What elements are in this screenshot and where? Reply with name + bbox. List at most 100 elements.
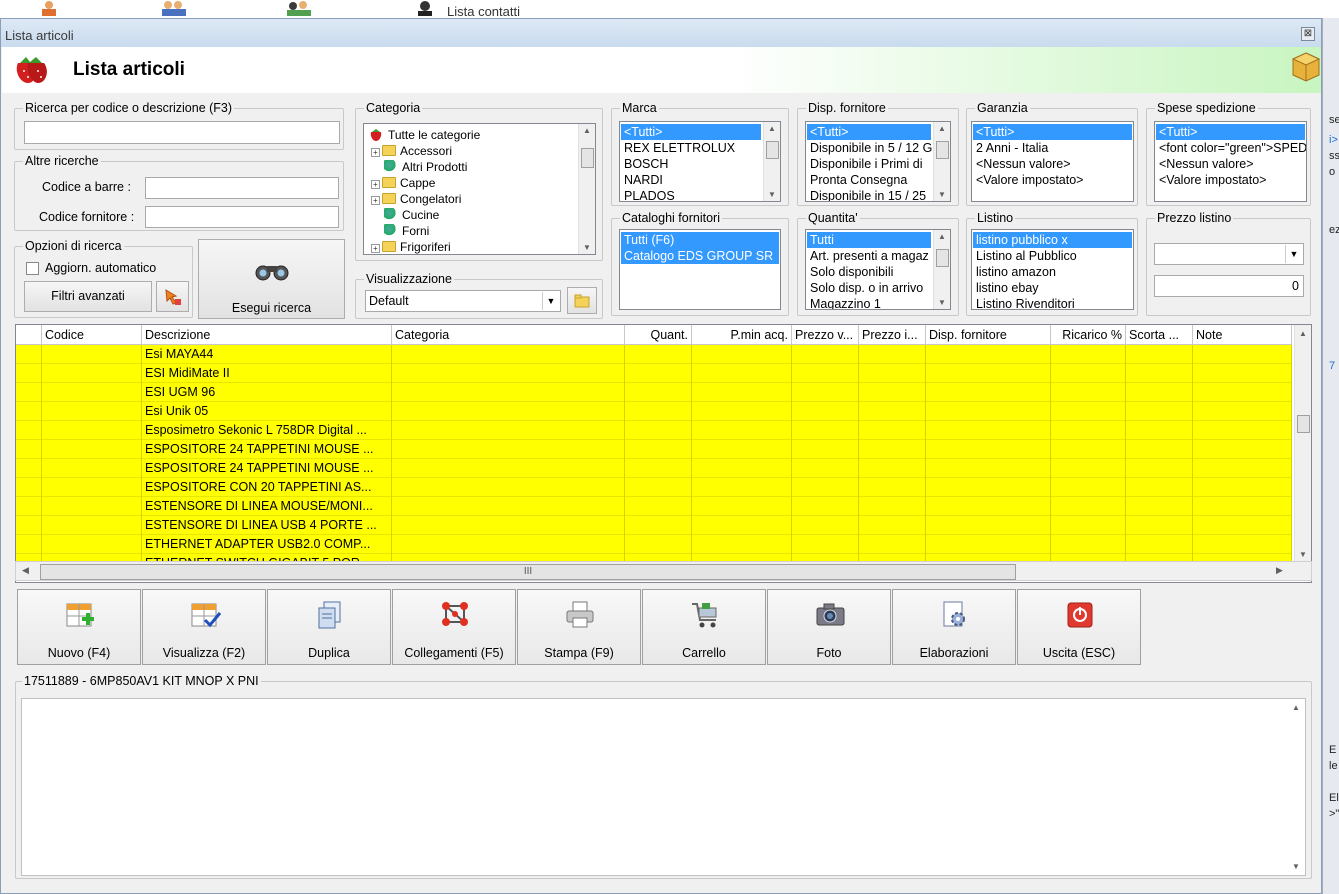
price-list-list[interactable]: listino pubblico x Listino al Pubblico lis… [971,229,1134,310]
category-tree-item[interactable]: + Frigoriferi [364,239,595,254]
table-row[interactable]: Esposimetro Sekonic L 758DR Digital ... [16,421,1292,440]
cart-button[interactable]: Carrello [642,589,766,665]
list-option[interactable]: NARDI [621,172,761,188]
expand-icon[interactable]: + [371,196,380,205]
column-header[interactable]: P.min acq. [692,325,792,345]
list-option[interactable]: <Valore impostato> [1156,172,1305,188]
exit-button[interactable]: Uscita (ESC) [1017,589,1141,665]
category-tree-item[interactable]: Altri Prodotti [364,159,595,175]
list-option[interactable]: Disponibile in 5 / 12 G [807,140,932,156]
list-price-input[interactable]: 0 [1154,275,1304,297]
list-option[interactable]: Magazzino 1 [807,296,931,309]
list-scrollbar[interactable]: ▲ ▼ [933,122,950,201]
column-header[interactable] [16,325,42,345]
view-select[interactable]: Default ▼ [365,290,561,312]
list-option[interactable]: Catalogo EDS GROUP SR [621,248,779,264]
column-header[interactable]: Scorta ... [1126,325,1193,345]
list-option[interactable]: <Tutti> [807,124,931,140]
title-bar[interactable]: Lista articoli ⊠ [1,19,1321,47]
warranty-list[interactable]: <Tutti> 2 Anni - Italia <Nessun valore> <Va… [971,121,1134,202]
scroll-right-icon[interactable]: ▶ [1276,565,1283,576]
table-row[interactable]: ESPOSITORE 24 TAPPETINI MOUSE ... [16,440,1292,459]
list-option[interactable]: Tutti [807,232,931,248]
category-tree[interactable]: Tutte le categorie + Accessori Altri Prodot… [363,123,596,255]
catalogs-list[interactable]: Tutti (F6) Catalogo EDS GROUP SR [619,229,781,310]
detail-textarea[interactable]: ▲ ▼ [21,698,1306,876]
list-option[interactable]: REX ELETTROLUX [621,140,761,156]
open-view-button[interactable] [567,287,597,314]
column-header[interactable]: Prezzo i... [859,325,926,345]
column-header[interactable]: Descrizione [142,325,392,345]
grid-vertical-scrollbar[interactable]: ▲ ▼ [1294,325,1311,563]
list-option[interactable]: Pronta Consegna [807,172,931,188]
list-option[interactable]: Solo disponibili [807,264,931,280]
grid-horizontal-scrollbar[interactable]: ◀ III ▶ [15,561,1312,581]
list-scrollbar[interactable]: ▲ ▼ [763,122,780,201]
supplier-code-input[interactable] [145,206,339,228]
list-scrollbar[interactable]: ▲ ▼ [933,230,950,309]
filter-action-button[interactable] [156,281,189,312]
list-option[interactable]: PLADOS [621,188,761,201]
table-row[interactable]: Esi MAYA44 [16,345,1292,364]
list-option[interactable]: Disponibile in 15 / 25 [807,188,931,201]
table-row[interactable]: ESTENSORE DI LINEA USB 4 PORTE ... [16,516,1292,535]
category-tree-item[interactable]: + Congelatori [364,191,595,207]
detail-scrollbar[interactable]: ▲ ▼ [1288,699,1305,875]
column-header[interactable]: Quant. [625,325,692,345]
list-option[interactable]: <Tutti> [973,124,1132,140]
expand-icon[interactable]: + [371,148,380,157]
supplier-availability-list[interactable]: <Tutti> Disponibile in 5 / 12 G Disponibil… [805,121,951,202]
photo-button[interactable]: Foto [767,589,891,665]
scroll-left-icon[interactable]: ◀ [22,565,29,576]
brand-list[interactable]: <Tutti> REX ELETTROLUX BOSCH NARDI PLADOS ▲ ▼ [619,121,781,202]
list-option[interactable]: <Nessun valore> [973,156,1132,172]
table-row[interactable]: ESI MidiMate II [16,364,1292,383]
print-button[interactable]: Stampa (F9) [517,589,641,665]
duplicate-button[interactable]: Duplica [267,589,391,665]
list-option[interactable]: Tutti (F6) [621,232,779,248]
list-option[interactable]: listino pubblico x [973,232,1132,248]
auto-update-checkbox[interactable] [26,262,39,275]
expand-icon[interactable]: + [371,180,380,189]
quantity-list[interactable]: Tutti Art. presenti a magaz Solo disponibi… [805,229,951,310]
list-price-select[interactable]: ▼ [1154,243,1304,265]
column-header[interactable]: Disp. fornitore [926,325,1051,345]
table-row[interactable]: ESTENSORE DI LINEA MOUSE/MONI... [16,497,1292,516]
list-option[interactable]: <Tutti> [1156,124,1305,140]
column-header[interactable]: Ricarico % [1051,325,1126,345]
list-option[interactable]: BOSCH [621,156,761,172]
category-tree-item[interactable]: + Accessori [364,143,595,159]
links-button[interactable]: Collegamenti (F5) [392,589,516,665]
category-tree-item[interactable]: Tutte le categorie [364,127,595,143]
advanced-filters-button[interactable]: Filtri avanzati [24,281,152,312]
new-button[interactable]: Nuovo (F4) [17,589,141,665]
list-option[interactable]: listino ebay [973,280,1132,296]
category-scrollbar[interactable]: ▲ ▼ [578,124,595,254]
search-button[interactable]: Esegui ricerca [198,239,345,319]
list-option[interactable]: listino amazon [973,264,1132,280]
list-option[interactable]: Disponibile i Primi di [807,156,931,172]
table-row[interactable]: ESPOSITORE 24 TAPPETINI MOUSE ... [16,459,1292,478]
list-option[interactable]: Listino al Pubblico [973,248,1132,264]
list-option[interactable]: <Nessun valore> [1156,156,1305,172]
expand-icon[interactable]: + [371,244,380,253]
list-option[interactable]: Art. presenti a magaz [807,248,931,264]
category-tree-item[interactable]: Cucine [364,207,595,223]
category-tree-item[interactable]: + Cappe [364,175,595,191]
articles-grid[interactable]: Codice Descrizione Categoria Quant. P.min ac… [15,324,1312,583]
column-header[interactable]: Note [1193,325,1292,345]
list-option[interactable]: Listino Rivenditori [973,296,1132,309]
barcode-input[interactable] [145,177,339,199]
list-option[interactable]: 2 Anni - Italia [973,140,1132,156]
list-option[interactable]: <Tutti> [621,124,761,140]
shipping-list[interactable]: <Tutti> <font color="green">SPED <Nessun v… [1154,121,1307,202]
view-button[interactable]: Visualizza (F2) [142,589,266,665]
category-tree-item[interactable]: Forni [364,223,595,239]
search-input[interactable] [24,121,340,144]
table-row[interactable]: ESI UGM 96 [16,383,1292,402]
list-option[interactable]: <font color="green">SPED [1156,140,1306,156]
table-row[interactable]: Esi Unik 05 [16,402,1292,421]
table-row[interactable]: ETHERNET ADAPTER USB2.0 COMP... [16,535,1292,554]
processing-button[interactable]: Elaborazioni [892,589,1016,665]
table-row[interactable]: ESPOSITORE CON 20 TAPPETINI AS... [16,478,1292,497]
